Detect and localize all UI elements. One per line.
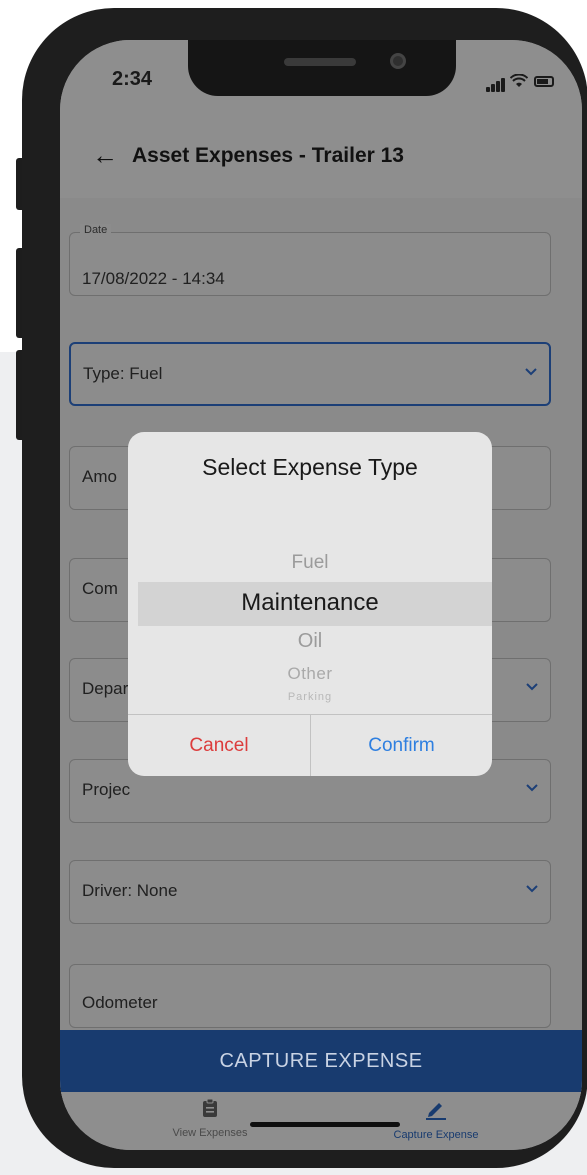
front-camera xyxy=(390,53,406,69)
chevron-down-icon xyxy=(526,683,538,691)
app-screen: 2:34 ← Asset Expenses - Trailer 13 Date … xyxy=(60,40,582,1150)
select-expense-type-dialog: Select Expense Type Fuel Maintenance Oil… xyxy=(128,432,492,776)
amount-placeholder: Amo xyxy=(82,467,117,486)
comment-placeholder: Com xyxy=(82,579,118,598)
date-value: 17/08/2022 - 14:34 xyxy=(82,269,225,288)
status-icons xyxy=(486,74,556,92)
chevron-down-icon xyxy=(525,368,537,376)
clipboard-icon xyxy=(203,1098,217,1117)
chevron-down-icon xyxy=(526,784,538,792)
driver-select[interactable]: Driver: None xyxy=(69,860,551,924)
arrow-left-icon[interactable]: ← xyxy=(92,140,118,171)
dialog-actions: Cancel Confirm xyxy=(128,714,492,776)
picker-option[interactable]: Parking xyxy=(128,691,492,703)
status-time: 2:34 xyxy=(112,68,153,90)
tab-capture-expense[interactable]: Capture Expense xyxy=(336,1098,536,1141)
bottom-tab-bar: View Expenses Capture Expense xyxy=(60,1092,582,1150)
home-indicator xyxy=(250,1122,400,1127)
wifi-icon xyxy=(510,74,528,87)
driver-value: Driver: None xyxy=(82,881,178,900)
confirm-button[interactable]: Confirm xyxy=(311,715,492,776)
project-placeholder: Projec xyxy=(82,780,131,799)
tab-view-expenses-label: View Expenses xyxy=(172,1127,248,1139)
picker-option-selected[interactable]: Maintenance xyxy=(128,589,492,617)
odometer-placeholder: Odometer xyxy=(82,993,158,1012)
page-title: Asset Expenses - Trailer 13 xyxy=(132,144,404,167)
tab-capture-expense-label: Capture Expense xyxy=(393,1129,479,1141)
chevron-down-icon xyxy=(526,885,538,893)
picker-option[interactable]: Fuel xyxy=(128,552,492,574)
battery-icon xyxy=(534,76,554,87)
department-placeholder: Depar xyxy=(82,679,129,698)
type-select[interactable]: Type: Fuel xyxy=(69,342,551,406)
picker-option[interactable]: Other xyxy=(128,664,492,684)
phone-screen: 2:34 ← Asset Expenses - Trailer 13 Date … xyxy=(60,40,582,1150)
phone-frame: 2:34 ← Asset Expenses - Trailer 13 Date … xyxy=(22,8,587,1168)
speaker-grille xyxy=(284,58,356,66)
date-field[interactable]: Date 17/08/2022 - 14:34 xyxy=(69,224,551,296)
date-label: Date xyxy=(80,224,112,236)
app-header: ← Asset Expenses - Trailer 13 xyxy=(60,120,582,198)
type-value: Type: Fuel xyxy=(83,364,163,383)
notch xyxy=(188,40,456,96)
pencil-icon xyxy=(426,1103,446,1120)
capture-expense-button[interactable]: CAPTURE EXPENSE xyxy=(60,1030,582,1092)
odometer-field[interactable]: Odometer xyxy=(69,964,551,1028)
capture-expense-label: CAPTURE EXPENSE xyxy=(219,1050,423,1072)
picker-option[interactable]: Oil xyxy=(128,630,492,653)
cancel-button[interactable]: Cancel xyxy=(128,715,310,776)
dialog-title: Select Expense Type xyxy=(202,454,418,480)
tab-view-expenses[interactable]: View Expenses xyxy=(110,1098,310,1139)
